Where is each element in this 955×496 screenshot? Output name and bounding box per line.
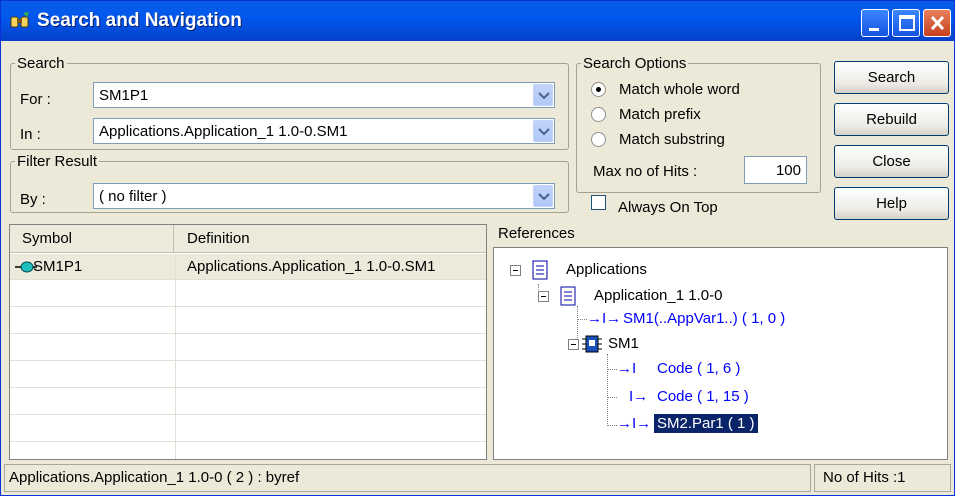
- column-header-symbol[interactable]: Symbol: [10, 225, 174, 253]
- arrow-right-icon: →I→: [587, 310, 622, 327]
- radio-label: Match substring: [619, 131, 725, 148]
- tree-label: Code ( 1, 15 ): [657, 388, 749, 405]
- for-dropdown-button[interactable]: [533, 84, 553, 106]
- tree-label: Code ( 1, 6 ): [657, 360, 741, 377]
- column-header-definition[interactable]: Definition: [175, 225, 486, 253]
- table-row: [10, 389, 486, 415]
- search-legend: Search: [17, 55, 65, 72]
- tree-label-selected: SM2.Par1 ( 1 ): [653, 413, 759, 434]
- collapse-toggle[interactable]: [568, 339, 579, 350]
- tree-line: [607, 369, 617, 370]
- close-button[interactable]: Close: [834, 145, 949, 178]
- search-navigation-window: Search and Navigation Search For : SM1P1…: [0, 0, 955, 496]
- tree-label: SM1(..AppVar1..) ( 1, 0 ): [623, 310, 786, 327]
- filter-legend: Filter Result: [17, 153, 98, 170]
- rebuild-button[interactable]: Rebuild: [834, 103, 949, 136]
- tree-line: [607, 425, 617, 426]
- always-on-top-label: Always On Top: [618, 199, 718, 216]
- max-hits-input[interactable]: 100: [744, 156, 807, 184]
- hits-count: No of Hits :1: [814, 464, 951, 492]
- by-label: By :: [20, 191, 46, 208]
- results-header: Symbol Definition: [10, 225, 486, 253]
- table-row: [10, 362, 486, 388]
- search-options-legend: Search Options: [583, 55, 687, 72]
- search-for-combobox[interactable]: SM1P1: [93, 82, 555, 108]
- title-bar[interactable]: Search and Navigation: [1, 1, 954, 41]
- document-icon: [532, 260, 548, 280]
- arrow-out-icon: I→: [629, 388, 649, 405]
- search-in-value: Applications.Application_1 1.0-0.SM1: [99, 123, 348, 140]
- module-icon: [582, 335, 602, 353]
- definition-cell: Applications.Application_1 1.0-0.SM1: [187, 258, 436, 275]
- table-row: [10, 416, 486, 442]
- maximize-icon: [899, 15, 915, 31]
- arrow-right-icon: →I→: [617, 415, 652, 432]
- filter-by-combobox[interactable]: ( no filter ): [93, 183, 555, 209]
- search-in-combobox[interactable]: Applications.Application_1 1.0-0.SM1: [93, 118, 555, 144]
- for-label: For :: [20, 91, 51, 108]
- filter-by-value: ( no filter ): [99, 188, 167, 205]
- arrow-in-icon: →I: [617, 360, 637, 377]
- max-hits-value: 100: [775, 162, 801, 179]
- table-row: [10, 335, 486, 361]
- symbol-cell: SM1P1: [33, 258, 83, 275]
- filter-dropdown-button[interactable]: [533, 185, 553, 207]
- binoculars-icon: [10, 12, 29, 28]
- radio-button[interactable]: [591, 132, 606, 147]
- references-tree: Applications Application_1 1.0-0 →I→ SM1…: [493, 247, 948, 460]
- references-title: References: [498, 225, 575, 242]
- tree-line: [607, 354, 608, 426]
- radio-label: Match prefix: [619, 106, 701, 123]
- close-window-button[interactable]: [923, 9, 951, 37]
- radio-label: Match whole word: [619, 81, 740, 98]
- close-icon: [930, 15, 945, 31]
- table-row[interactable]: SM1P1 Applications.Application_1 1.0-0.S…: [10, 254, 486, 280]
- results-grid: Symbol Definition SM1P1 Applications.App…: [9, 224, 487, 460]
- document-icon: [560, 286, 576, 306]
- help-button[interactable]: Help: [834, 187, 949, 220]
- radio-button[interactable]: [591, 82, 606, 97]
- search-button[interactable]: Search: [834, 61, 949, 94]
- status-text: Applications.Application_1 1.0-0 ( 2 ) :…: [4, 464, 811, 492]
- chevron-down-icon: [538, 128, 550, 136]
- radio-button[interactable]: [591, 107, 606, 122]
- tree-line: [607, 397, 617, 398]
- maximize-button[interactable]: [892, 9, 920, 37]
- window-title: Search and Navigation: [37, 10, 242, 31]
- tree-label: Application_1 1.0-0: [594, 287, 723, 304]
- column-divider: [175, 254, 176, 459]
- minimize-icon: [869, 28, 879, 31]
- table-row: [10, 308, 486, 334]
- chevron-down-icon: [538, 193, 550, 201]
- collapse-toggle[interactable]: [538, 291, 549, 302]
- tree-label: SM1: [608, 335, 639, 352]
- table-row: [10, 281, 486, 307]
- minimize-button[interactable]: [861, 9, 889, 37]
- tree-line: [577, 319, 587, 320]
- in-dropdown-button[interactable]: [533, 120, 553, 142]
- max-hits-label: Max no of Hits :: [593, 163, 698, 180]
- chevron-down-icon: [538, 92, 550, 100]
- always-on-top-checkbox[interactable]: [591, 195, 606, 210]
- search-for-value: SM1P1: [99, 87, 149, 104]
- in-label: In :: [20, 126, 41, 143]
- tree-label: Applications: [566, 261, 647, 278]
- collapse-toggle[interactable]: [510, 265, 521, 276]
